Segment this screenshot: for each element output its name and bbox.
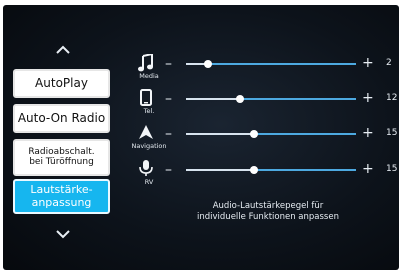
rv-icon-group: RV <box>128 160 168 190</box>
media-icon-group: Media <box>128 54 168 84</box>
navigation-arrow-icon <box>139 125 153 139</box>
microphone-icon <box>139 160 153 176</box>
media-volume-row: Media – + 2 <box>128 54 398 84</box>
phone-plus-button[interactable]: + <box>362 91 374 105</box>
phone-icon <box>140 89 152 106</box>
media-slider[interactable] <box>186 60 356 68</box>
volume-adjustment-label-line2: anpassung <box>31 195 92 209</box>
rv-minus-button[interactable]: – <box>165 163 172 177</box>
autoplay-button[interactable]: AutoPlay <box>13 69 110 98</box>
rv-slider-thumb[interactable] <box>250 166 258 174</box>
description-line1: Audio-Lautstärkepegel für <box>212 201 324 211</box>
phone-icon-group: Tel. <box>128 89 168 119</box>
media-plus-button[interactable]: + <box>362 56 374 70</box>
navigation-slider[interactable] <box>186 130 356 138</box>
volume-adjustment-label-line1: Lautstärke- <box>30 183 93 197</box>
autoplay-label: AutoPlay <box>35 75 88 90</box>
navigation-volume-row: Navigation – + 15 <box>128 124 398 154</box>
rv-value: 15 <box>386 164 398 174</box>
navigation-slider-fill <box>186 133 254 135</box>
rv-caption: RV <box>144 178 154 186</box>
auto-on-radio-label: Auto-On Radio <box>17 110 106 125</box>
phone-volume-row: Tel. – + 12 <box>128 89 398 119</box>
media-caption: Media <box>139 72 159 80</box>
audio-settings-screen: AutoPlay Auto-On Radio Radioabschalt. be… <box>3 5 399 270</box>
media-slider-thumb[interactable] <box>204 60 213 68</box>
phone-slider-fill <box>186 98 241 100</box>
radio-off-label-line2: bei Türöffnung <box>29 156 94 167</box>
phone-slider-thumb[interactable] <box>236 95 245 103</box>
rv-slider[interactable] <box>186 166 356 174</box>
chevron-up-icon[interactable] <box>56 41 70 57</box>
media-value: 2 <box>386 58 392 68</box>
volume-adjustment-button[interactable]: Lautstärke- anpassung <box>13 179 110 214</box>
description-line2: individuelle Funktionen anpassen <box>197 212 339 222</box>
rv-slider-fill <box>186 169 254 171</box>
description-text: Audio-Lautstärkepegel für individuelle F… <box>163 201 373 223</box>
navigation-value: 15 <box>386 128 398 138</box>
navigation-slider-thumb[interactable] <box>250 130 258 138</box>
phone-caption: Tel. <box>143 107 155 115</box>
media-minus-button[interactable]: – <box>165 57 172 71</box>
phone-value: 12 <box>386 93 398 103</box>
rv-plus-button[interactable]: + <box>362 162 374 176</box>
auto-on-radio-button[interactable]: Auto-On Radio <box>13 104 110 133</box>
radio-off-door-open-button[interactable]: Radioabschalt. bei Türöffnung <box>13 139 110 176</box>
rv-volume-row: RV – + 15 <box>128 160 398 190</box>
navigation-plus-button[interactable]: + <box>362 126 374 140</box>
music-note-icon <box>138 54 153 72</box>
navigation-caption: Navigation <box>131 142 167 150</box>
navigation-icon-group: Navigation <box>128 124 168 154</box>
navigation-minus-button[interactable]: – <box>165 127 172 141</box>
phone-minus-button[interactable]: – <box>165 92 172 106</box>
chevron-down-icon[interactable] <box>56 226 70 242</box>
phone-slider[interactable] <box>186 95 356 103</box>
